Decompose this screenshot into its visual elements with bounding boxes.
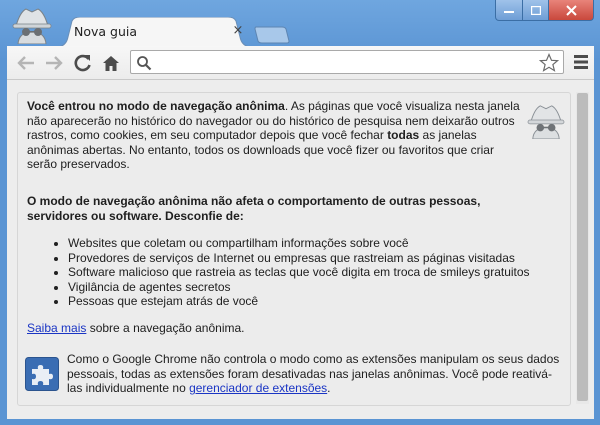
reload-button[interactable]: [72, 52, 94, 74]
learn-more-line: Saiba mais sobre a navegação anônima.: [27, 321, 244, 336]
minimize-icon: [504, 11, 514, 13]
list-item: Pessoas que estejam atrás de você: [68, 294, 588, 309]
forward-button[interactable]: [43, 52, 65, 74]
omnibox-input[interactable]: [155, 53, 539, 73]
incognito-icon: [527, 105, 565, 139]
extensions-text-b: .: [327, 381, 331, 396]
maximize-icon: [530, 5, 541, 15]
search-icon: [137, 56, 152, 71]
toolbar: [7, 46, 594, 80]
extensions-manager-link[interactable]: gerenciador de extensões: [189, 381, 327, 395]
menu-icon[interactable]: [572, 52, 590, 72]
tab-close-icon[interactable]: ×: [231, 24, 245, 38]
omnibox[interactable]: [130, 50, 564, 74]
window-controls: [495, 0, 594, 21]
list-item: Websites que coletam ou compartilham inf…: [68, 236, 588, 251]
list-item: Vigilância de agentes secretos: [68, 280, 588, 295]
home-button[interactable]: [100, 52, 122, 74]
incognito-text: Você entrou no modo de navegação anônima…: [27, 99, 530, 335]
back-button[interactable]: [15, 52, 37, 74]
close-window-button[interactable]: [549, 0, 594, 21]
close-icon: [565, 4, 577, 16]
extensions-notice: Como o Google Chrome não controla o modo…: [67, 352, 567, 396]
learn-more-text: sobre a navegação anônima.: [86, 321, 245, 335]
intro-bold-lead: Você entrou no modo de navegação anônima: [27, 99, 285, 113]
new-tab-button[interactable]: [254, 26, 290, 44]
warning-heading: O modo de navegação anônima não afeta o …: [27, 194, 481, 223]
puzzle-piece-icon: [25, 357, 59, 391]
warning-list: Websites que coletam ou compartilham inf…: [27, 236, 588, 309]
intro-paragraph: Você entrou no modo de navegação anônima…: [27, 99, 527, 172]
list-item: Software malicioso que rastreia as tecla…: [68, 265, 588, 280]
minimize-button[interactable]: [495, 0, 523, 21]
list-item: Provedores de serviços de Internet ou em…: [68, 251, 588, 266]
intro-bold-all: todas: [387, 128, 420, 143]
maximize-button[interactable]: [523, 0, 549, 21]
forward-arrow-icon: [46, 56, 63, 70]
star-icon[interactable]: [539, 53, 559, 73]
tab-title: Nova guia: [74, 24, 138, 39]
learn-more-link[interactable]: Saiba mais: [27, 321, 86, 335]
incognito-icon: [12, 8, 52, 44]
back-arrow-icon: [17, 56, 34, 70]
reload-icon: [74, 54, 91, 72]
home-icon: [103, 55, 119, 71]
